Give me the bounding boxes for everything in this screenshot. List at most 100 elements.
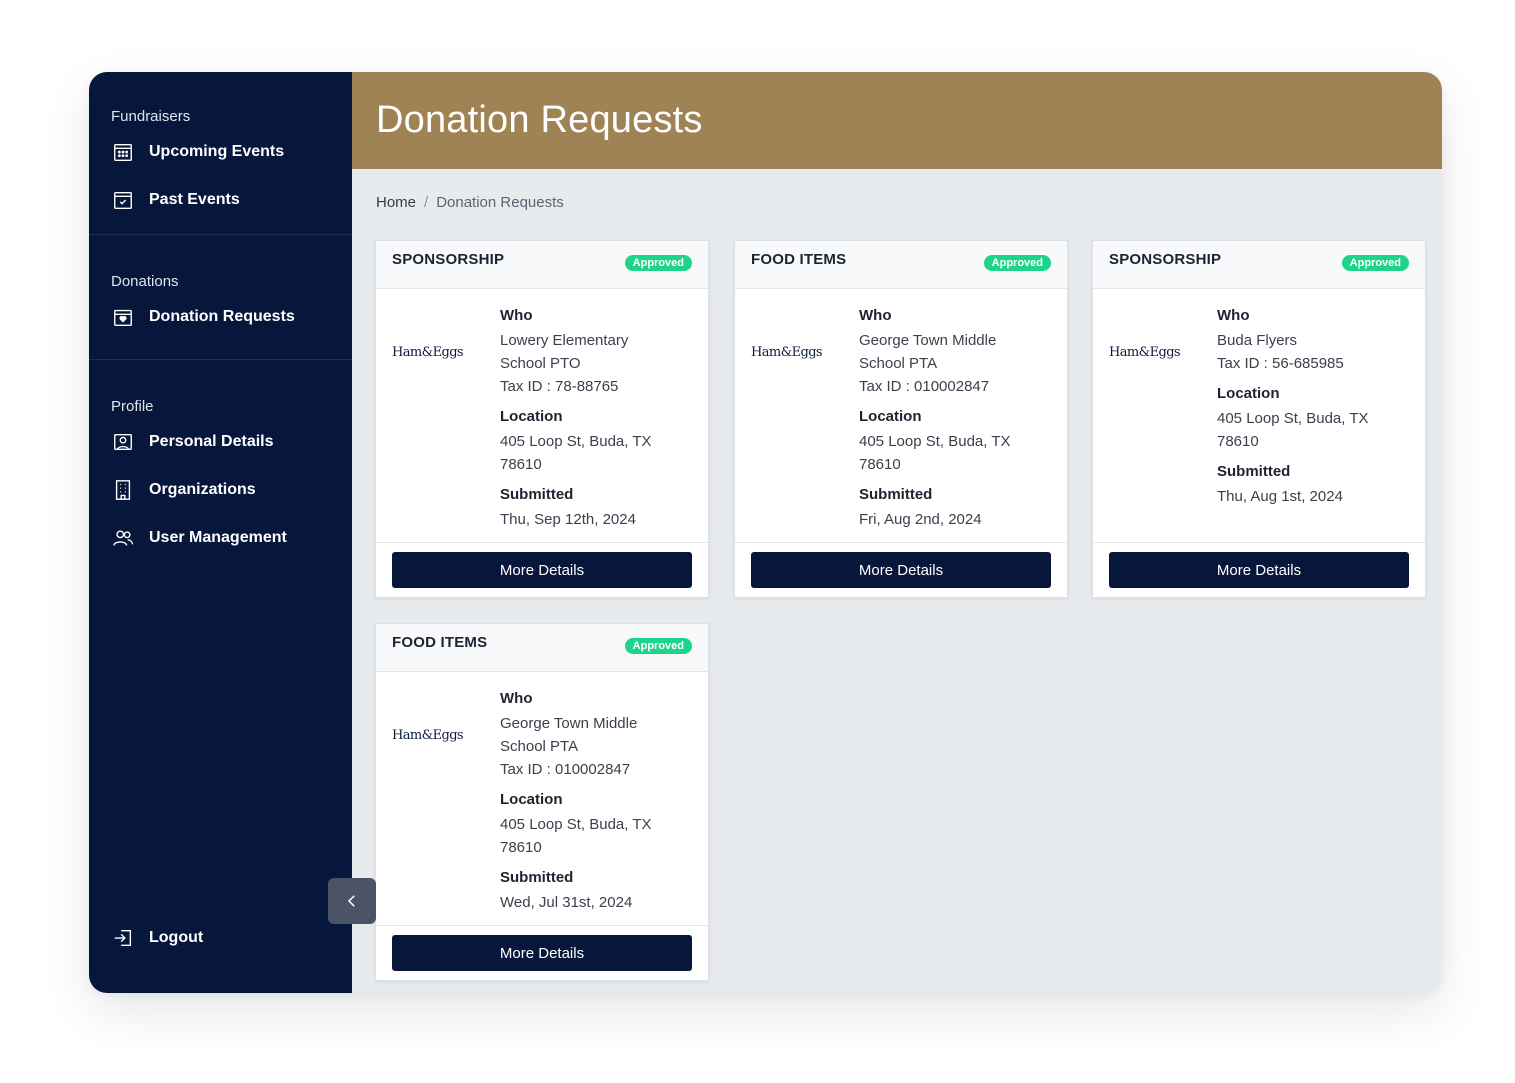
company-logo: Ham&Eggs	[751, 345, 823, 360]
calendar-check-icon	[111, 188, 135, 212]
users-icon	[111, 526, 135, 550]
submitted-label: Submitted	[859, 486, 933, 503]
section-label: Donations	[111, 273, 179, 290]
id-card-icon	[111, 430, 135, 454]
tax-id: Tax ID : 78-88765	[500, 378, 619, 395]
sidebar-item-label: Donation Requests	[149, 308, 295, 325]
submitted-date: Thu, Sep 12th, 2024	[500, 511, 636, 528]
submitted-label: Submitted	[1217, 463, 1291, 480]
logout-label: Logout	[149, 929, 204, 946]
sidebar-item-upcoming-events[interactable]: Upcoming Events	[111, 138, 352, 166]
more-details-button[interactable]: More Details	[1109, 552, 1409, 588]
location-line: 405 Loop St, Buda, TX	[500, 816, 652, 833]
card-body: Ham&Eggs Who George Town Middle School P…	[376, 672, 708, 924]
company-logo: Ham&Eggs	[392, 345, 464, 360]
submitted-date: Fri, Aug 2nd, 2024	[859, 511, 982, 528]
sidebar-item-donation-requests[interactable]: Donation Requests	[111, 303, 352, 331]
location-label: Location	[1217, 385, 1280, 402]
app-window: Fundraisers Upcoming Events Past Events …	[89, 72, 1442, 993]
who-name-line: School PTO	[500, 355, 581, 372]
location-line: 405 Loop St, Buda, TX	[500, 433, 652, 450]
sidebar-section-fundraisers: Fundraisers Upcoming Events Past Events	[89, 72, 352, 235]
location-line: 78610	[500, 839, 542, 856]
sidebar-item-past-events[interactable]: Past Events	[111, 186, 352, 214]
chevron-left-icon	[347, 895, 355, 907]
who-name-line: George Town Middle	[859, 332, 997, 349]
card-header: SPONSORSHIP Approved	[376, 241, 708, 289]
status-badge: Approved	[1341, 255, 1409, 271]
who-label: Who	[859, 307, 892, 324]
submitted-label: Submitted	[500, 869, 574, 886]
breadcrumb-current: Donation Requests	[436, 194, 564, 211]
breadcrumb-separator: /	[424, 194, 429, 211]
who-name-line: Buda Flyers	[1217, 332, 1298, 349]
who-name-line: Lowery Elementary	[500, 332, 629, 349]
more-details-button[interactable]: More Details	[392, 935, 692, 971]
collapse-sidebar-button[interactable]	[328, 878, 376, 924]
card-footer: More Details	[735, 542, 1067, 597]
request-type: SPONSORSHIP	[392, 251, 505, 268]
status-badge: Approved	[624, 255, 692, 271]
sidebar-item-user-management[interactable]: User Management	[111, 524, 352, 552]
sidebar-item-label: User Management	[149, 529, 287, 546]
card-body: Ham&Eggs Who Buda Flyers Tax ID : 56-685…	[1093, 289, 1425, 518]
sidebar-item-label: Past Events	[149, 191, 240, 208]
page-header: Donation Requests	[352, 72, 1442, 169]
who-label: Who	[1217, 307, 1250, 324]
main-content: Donation Requests Home / Donation Reques…	[352, 72, 1442, 993]
logout-button[interactable]: Logout	[111, 924, 203, 952]
request-type: SPONSORSHIP	[1109, 251, 1222, 268]
donation-request-card: SPONSORSHIP Approved Ham&Eggs Who Lowery…	[375, 240, 709, 598]
card-body: Ham&Eggs Who George Town Middle School P…	[735, 289, 1067, 541]
who-name-line: School PTA	[859, 355, 938, 372]
location-label: Location	[859, 408, 922, 425]
request-type: FOOD ITEMS	[751, 251, 847, 268]
sidebar-item-label: Personal Details	[149, 433, 274, 450]
sidebar-section-profile: Profile Personal Details Organizations U…	[89, 360, 352, 552]
section-label: Profile	[111, 398, 154, 415]
card-footer: More Details	[376, 542, 708, 597]
sidebar-item-label: Organizations	[149, 481, 256, 498]
card-header: SPONSORSHIP Approved	[1093, 241, 1425, 289]
who-name-line: George Town Middle	[500, 715, 638, 732]
section-label: Fundraisers	[111, 108, 191, 125]
location-line: 405 Loop St, Buda, TX	[859, 433, 1011, 450]
location-line: 78610	[1217, 433, 1259, 450]
request-type: FOOD ITEMS	[392, 634, 488, 651]
sidebar-item-personal-details[interactable]: Personal Details	[111, 428, 352, 456]
company-logo: Ham&Eggs	[1109, 345, 1181, 360]
card-header: FOOD ITEMS Approved	[376, 624, 708, 672]
donation-request-card: SPONSORSHIP Approved Ham&Eggs Who Buda F…	[1092, 240, 1426, 598]
submitted-date: Wed, Jul 31st, 2024	[500, 894, 633, 911]
location-label: Location	[500, 791, 563, 808]
who-name-line: School PTA	[500, 738, 579, 755]
sidebar-item-organizations[interactable]: Organizations	[111, 476, 352, 504]
who-label: Who	[500, 690, 533, 707]
tax-id: Tax ID : 56-685985	[1217, 355, 1344, 372]
calendar-grid-icon	[111, 140, 135, 164]
who-label: Who	[500, 307, 533, 324]
logout-icon	[111, 926, 135, 950]
more-details-button[interactable]: More Details	[392, 552, 692, 588]
location-line: 78610	[500, 456, 542, 473]
card-body: Ham&Eggs Who Lowery Elementary School PT…	[376, 289, 708, 541]
sidebar-item-label: Upcoming Events	[149, 143, 285, 160]
more-details-button[interactable]: More Details	[751, 552, 1051, 588]
sidebar-section-donations: Donations Donation Requests	[89, 235, 352, 360]
tax-id: Tax ID : 010002847	[500, 761, 631, 778]
card-header: FOOD ITEMS Approved	[735, 241, 1067, 289]
location-line: 78610	[859, 456, 901, 473]
location-label: Location	[500, 408, 563, 425]
company-logo: Ham&Eggs	[392, 728, 464, 743]
building-icon	[111, 478, 135, 502]
donation-request-card: FOOD ITEMS Approved Ham&Eggs Who George …	[375, 623, 709, 981]
tax-id: Tax ID : 010002847	[859, 378, 990, 395]
donation-request-card: FOOD ITEMS Approved Ham&Eggs Who George …	[734, 240, 1068, 598]
status-badge: Approved	[624, 638, 692, 654]
location-line: 405 Loop St, Buda, TX	[1217, 410, 1369, 427]
page-title: Donation Requests	[376, 99, 703, 141]
donation-box-icon	[111, 305, 135, 329]
card-footer: More Details	[1093, 542, 1425, 597]
breadcrumb-home-link[interactable]: Home	[376, 194, 416, 211]
submitted-label: Submitted	[500, 486, 574, 503]
